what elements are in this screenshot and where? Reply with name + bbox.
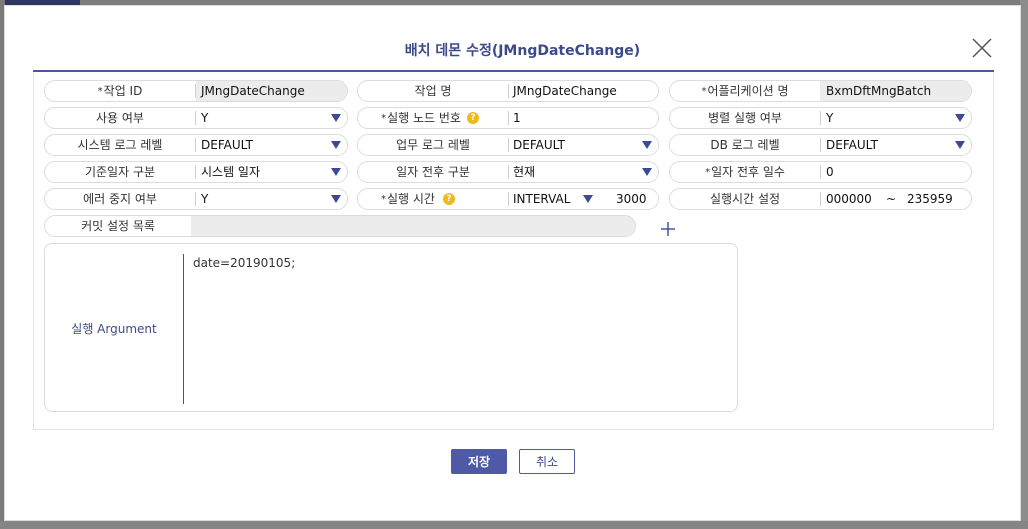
separator (195, 165, 196, 179)
separator (820, 111, 821, 125)
cancel-button[interactable]: 취소 (519, 449, 575, 474)
job-id-field: *작업 ID JMngDateChange (44, 80, 348, 102)
separator (508, 192, 509, 206)
parallel-exec-select[interactable]: 병렬 실행 여부 Y (669, 107, 972, 129)
job-name-input[interactable]: JMngDateChange (513, 81, 617, 101)
base-date-type-label: 기준일자 구분 (84, 165, 156, 179)
db-log-level-value[interactable]: DEFAULT (826, 135, 878, 155)
sys-log-level-value[interactable]: DEFAULT (201, 135, 253, 155)
chevron-down-icon[interactable] (955, 141, 965, 149)
job-name-field[interactable]: 작업 명 JMngDateChange (357, 80, 659, 102)
exec-time-end-input[interactable]: 235959 (907, 189, 953, 209)
range-tilde: ~ (886, 192, 897, 206)
exec-time-type-value[interactable]: INTERVAL (513, 189, 570, 209)
background-bottom (0, 521, 1028, 529)
use-yn-value[interactable]: Y (201, 108, 208, 128)
commit-list-label: 커밋 설정 목록 (81, 219, 155, 233)
chevron-down-icon[interactable] (331, 168, 341, 176)
separator (508, 111, 509, 125)
chevron-down-icon[interactable] (331, 114, 341, 122)
base-date-type-select[interactable]: 기준일자 구분 시스템 일자 (44, 161, 348, 183)
argument-textarea[interactable] (191, 254, 731, 404)
parallel-exec-label: 병렬 실행 여부 (708, 111, 782, 125)
chevron-down-icon[interactable] (331, 141, 341, 149)
date-offset-days-input[interactable]: 0 (826, 162, 834, 182)
separator (820, 192, 821, 206)
biz-log-level-label: 업무 로그 레벨 (396, 138, 470, 152)
commit-list-field[interactable]: 커밋 설정 목록 (44, 215, 636, 237)
exec-time-interval-input[interactable]: 3000 (616, 189, 647, 209)
separator (195, 138, 196, 152)
date-offset-days-label: *일자 전후 일수 (705, 165, 785, 179)
help-icon[interactable]: ? (443, 193, 455, 205)
date-before-after-select[interactable]: 일자 전후 구분 현재 (357, 161, 659, 183)
separator (820, 138, 821, 152)
job-id-label: *작업 ID (97, 84, 143, 98)
base-date-type-value[interactable]: 시스템 일자 (201, 162, 260, 182)
sys-log-level-select[interactable]: 시스템 로그 레벨 DEFAULT (44, 134, 348, 156)
argument-label: 실행 Argument (71, 322, 157, 336)
chevron-down-icon[interactable] (642, 168, 652, 176)
save-button[interactable]: 저장 (451, 449, 507, 474)
modal-title: 배치 데몬 수정(JMngDateChange) (404, 43, 641, 59)
job-name-label: 작업 명 (414, 84, 452, 98)
help-icon[interactable]: ? (467, 112, 479, 124)
app-name-value: BxmDftMngBatch (826, 84, 932, 98)
close-icon[interactable] (971, 37, 993, 59)
date-before-after-label: 일자 전후 구분 (396, 165, 470, 179)
separator (508, 84, 509, 98)
separator (508, 165, 509, 179)
app-name-label: *어플리케이션 명 (701, 84, 789, 98)
parallel-exec-value[interactable]: Y (826, 108, 833, 128)
argument-box: 실행 Argument (44, 243, 738, 412)
exec-time-label: *실행 시간 (381, 192, 435, 206)
commit-list-bg (191, 216, 635, 236)
exec-node-label: *실행 노드 번호 (381, 111, 461, 125)
chevron-down-icon[interactable] (642, 141, 652, 149)
stop-on-error-select[interactable]: 에러 중지 여부 Y (44, 188, 348, 210)
job-id-value: JMngDateChange (201, 84, 305, 98)
chevron-down-icon[interactable] (583, 195, 593, 203)
date-before-after-value[interactable]: 현재 (513, 162, 535, 182)
biz-log-level-select[interactable]: 업무 로그 레벨 DEFAULT (357, 134, 659, 156)
add-commit-icon[interactable] (660, 221, 676, 237)
exec-node-input[interactable]: 1 (513, 108, 521, 128)
use-yn-select[interactable]: 사용 여부 Y (44, 107, 348, 129)
separator (195, 111, 196, 125)
exec-node-field[interactable]: *실행 노드 번호 ? 1 (357, 107, 659, 129)
separator (820, 165, 821, 179)
db-log-level-select[interactable]: DB 로그 레벨 DEFAULT (669, 134, 972, 156)
stop-on-error-label: 에러 중지 여부 (83, 192, 157, 206)
app-name-field: *어플리케이션 명 BxmDftMngBatch (669, 80, 972, 102)
db-log-level-label: DB 로그 레벨 (710, 138, 780, 152)
exec-time-range-label: 실행시간 설정 (709, 192, 781, 206)
sys-log-level-label: 시스템 로그 레벨 (77, 138, 163, 152)
use-yn-label: 사용 여부 (96, 111, 144, 125)
chevron-down-icon[interactable] (331, 195, 341, 203)
exec-time-start-input[interactable]: 000000 (826, 189, 872, 209)
exec-time-range-field[interactable]: 실행시간 설정 000000 ~ 235959 (669, 188, 972, 210)
separator (508, 138, 509, 152)
date-offset-days-field[interactable]: *일자 전후 일수 0 (669, 161, 972, 183)
argument-divider (183, 254, 184, 404)
exec-time-field[interactable]: *실행 시간 ? INTERVAL 3000 (357, 188, 659, 210)
biz-log-level-value[interactable]: DEFAULT (513, 135, 565, 155)
stop-on-error-value[interactable]: Y (201, 189, 208, 209)
chevron-down-icon[interactable] (955, 114, 965, 122)
separator (195, 192, 196, 206)
background-right (1020, 0, 1028, 529)
